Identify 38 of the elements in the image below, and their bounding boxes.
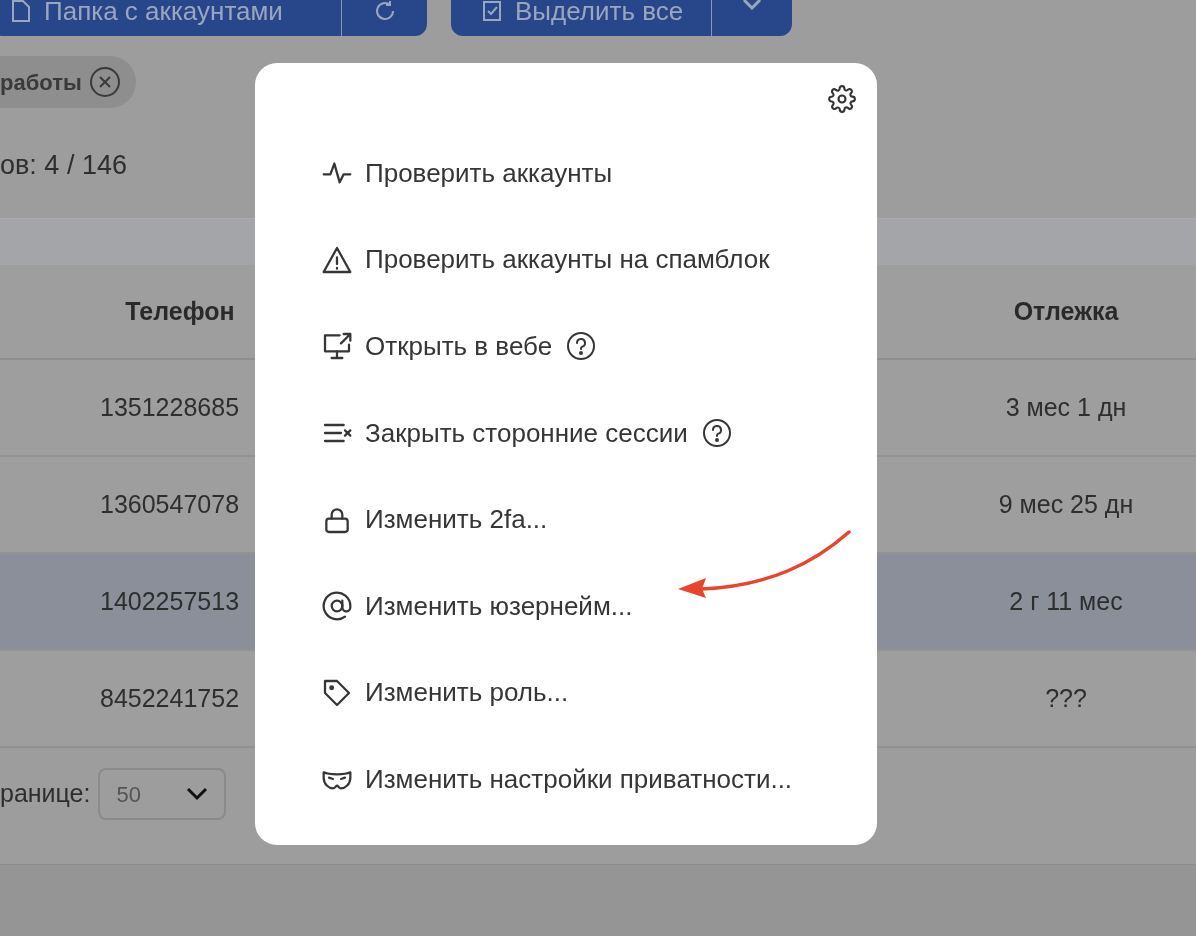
settings-icon[interactable] (828, 85, 856, 113)
accounts-counter: ов: 4 / 146 (0, 149, 127, 182)
table-cell-text: 1351228685 (100, 391, 240, 423)
menu-item-label: Изменить роль... (365, 676, 569, 710)
table-cell-text: ??? (1044, 682, 1088, 714)
menu-item[interactable]: Изменить юзернейм... (321, 562, 877, 650)
table-cell-text: 8452241752 (100, 682, 240, 714)
help-icon[interactable] (566, 331, 597, 362)
column-header: Телефон (124, 295, 236, 327)
menu-item-label: Изменить настройки приватности... (365, 762, 793, 796)
menu-item-label: Проверить аккаунты на спамблок (365, 243, 770, 277)
remove-icon[interactable] (89, 67, 120, 97)
column-header: Отлежка (1012, 295, 1120, 327)
menu-item[interactable]: Проверить аккаунты на спамблок (321, 216, 877, 304)
table-cell-text: 9 мес 25 дн (997, 488, 1135, 520)
menu-item-label: Закрыть сторонние сессии (365, 416, 688, 450)
help-icon[interactable] (701, 418, 732, 449)
menu-item[interactable]: Проверить аккаунты (321, 130, 877, 217)
menu-item[interactable]: Изменить роль... (321, 649, 877, 737)
menu-item-label: Проверить аккаунты (365, 156, 613, 190)
checkbox-icon (481, 0, 503, 23)
table-cell-text: 1360547078 (100, 488, 240, 520)
at-sign-icon (321, 590, 353, 623)
menu-item-label: Открыть в вебе (365, 330, 553, 363)
menu-item-label: Изменить 2fa... (365, 503, 548, 537)
table-cell-text: 3 мес 1 дн (1004, 391, 1128, 423)
menu-item[interactable]: Изменить настройки приватности... (321, 736, 877, 823)
chevron-down-icon (186, 787, 209, 801)
menu-item[interactable]: Изменить 2fa... (321, 476, 877, 563)
rows-per-page-label: ранице: (0, 778, 91, 810)
menu-item[interactable]: Открыть в вебе (321, 303, 877, 390)
table-cell-text: 1402257513 (100, 585, 240, 617)
table-cell-text: 2 г 11 мес (1008, 585, 1124, 617)
filter-chip: работы (0, 56, 136, 108)
menu-item-label: Изменить юзернейм... (365, 589, 633, 623)
menu-item[interactable]: Закрыть сторонние сессии (321, 389, 877, 477)
caret-icon (742, 0, 762, 10)
document-icon (10, 0, 32, 23)
